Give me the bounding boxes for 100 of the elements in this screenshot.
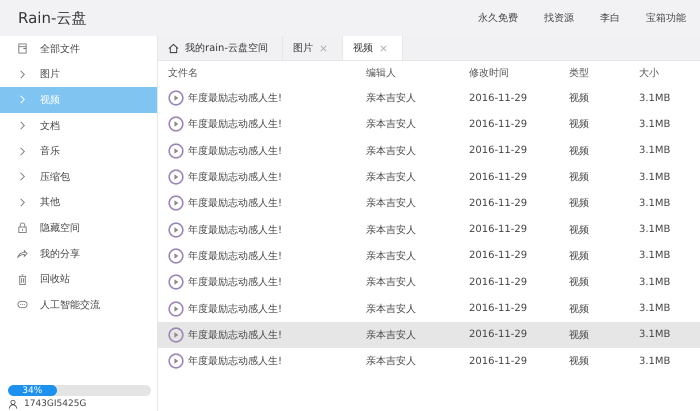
table-cell-text: 亲本吉安人 [366,250,417,263]
file-row[interactable]: 年度最励志动感人生! 亲本吉安人 2016-11-29 视频 3.1MB [158,164,700,190]
play-icon [168,195,184,212]
file-name: 年度最励志动感人生! [188,354,282,368]
file-row[interactable]: 年度最励志动感人生! 亲本吉安人 2016-11-29 视频 3.1MB [158,111,700,138]
play-icon [168,169,184,186]
table-cell-text: 亲本吉安人 [366,92,417,106]
home-icon [168,42,179,54]
table-cell-text: 视频 [569,354,590,368]
play-icon [168,300,184,317]
sidebar-item[interactable]: 我的分享 [0,240,157,266]
table-cell-text: 2016-11-29 [469,145,528,156]
play-icon [168,248,184,264]
file-name: 年度最励志动感人生! [188,328,282,342]
table-cell-text: 视频 [569,224,590,237]
file-row[interactable]: 年度最励志动感人生! 亲本吉安人 2016-11-29 视频 3.1MB [158,322,700,348]
file-name: 年度最励志动感人生! [188,92,282,106]
close-icon[interactable] [318,44,328,52]
table-cell-text: 3.1MB [639,250,672,262]
sidebar-item-label: 隐藏空间 [40,222,80,235]
table-cell-text: 2016-11-29 [469,172,528,183]
sidebar-item[interactable]: 图片 [0,62,157,88]
sidebar-item[interactable]: 回收站 [0,266,157,292]
lock-icon [17,222,28,234]
tab-label: 图片 [292,42,313,55]
close-icon[interactable] [378,44,388,52]
menu-link[interactable]: 永久免费 [478,11,518,25]
sidebar-item-label: 我的分享 [40,248,80,261]
sidebar-item-label: 视频 [40,94,60,107]
sidebar-item[interactable]: 文档 [0,112,157,138]
menu-link[interactable]: 找资源 [544,11,574,25]
play-icon [168,274,184,290]
file-row[interactable]: 年度最励志动感人生! 亲本吉安人 2016-11-29 视频 3.1MB [158,348,700,374]
table-cell-text: 视频 [569,92,590,106]
sidebar-item[interactable]: 隐藏空间 [0,215,157,241]
column-header: 文件名 [168,66,199,80]
play-icon [168,90,184,106]
table-cell-text: 2016-11-29 [469,224,528,236]
table-cell-text: 视频 [569,118,590,132]
table-cell-text: 视频 [569,144,590,158]
file-row[interactable]: 年度最励志动感人生! 亲本吉安人 2016-11-29 视频 3.1MB [158,85,700,112]
sidebar-item[interactable]: 音乐 [0,138,157,164]
table-cell-text: 3.1MB [639,92,672,104]
file-row[interactable]: 年度最励志动感人生! 亲本吉安人 2016-11-29 视频 3.1MB [158,242,700,270]
table-cell-text: 3.1MB [639,145,672,156]
file-name: 年度最励志动感人生! [188,224,282,237]
table-cell-text: 视频 [569,276,590,290]
trash-icon [17,274,28,285]
sidebar-item-label: 音乐 [40,144,60,158]
play-icon [168,142,184,159]
table-cell-text: 视频 [569,170,590,184]
table-cell-text: 亲本吉安人 [366,302,417,316]
file-row[interactable]: 年度最励志动感人生! 亲本吉安人 2016-11-29 视频 3.1MB [158,269,700,296]
table-cell-text: 亲本吉安人 [366,224,417,237]
file-name: 年度最励志动感人生! [188,196,282,210]
file-row[interactable]: 年度最励志动感人生! 亲本吉安人 2016-11-29 视频 3.1MB [158,216,700,243]
table-cell-text: 亲本吉安人 [366,354,417,368]
app-title: Rain-云盘 [18,8,86,28]
table-cell-text: 视频 [569,196,590,210]
sidebar-item-label: 回收站 [40,272,70,286]
sidebar-item-label: 文档 [40,120,60,133]
table-cell-text: 3.1MB [639,198,672,209]
sidebar-item[interactable]: 压缩包 [0,164,157,190]
account-id: 1743GI5425G [24,399,86,409]
play-icon [168,222,184,238]
table-cell-text: 亲本吉安人 [366,170,417,184]
file-name: 年度最励志动感人生! [188,250,282,263]
table-cell-text: 2016-11-29 [469,329,528,340]
column-header: 类型 [569,66,590,80]
file-name: 年度最励志动感人生! [188,276,282,290]
table-cell-text: 亲本吉安人 [366,118,417,132]
menu-link[interactable]: 李白 [600,11,620,25]
table-cell-text: 2016-11-29 [469,250,528,262]
play-icon [168,326,184,343]
sidebar-item[interactable]: 其他 [0,190,157,216]
table-cell-text: 亲本吉安人 [366,276,417,290]
tab[interactable]: 视频 [342,36,403,60]
file-row[interactable]: 年度最励志动感人生! 亲本吉安人 2016-11-29 视频 3.1MB [158,295,700,322]
user-icon [8,399,18,409]
file-row[interactable]: 年度最励志动感人生! 亲本吉安人 2016-11-29 视频 3.1MB [158,190,700,216]
file-name: 年度最励志动感人生! [188,302,282,316]
file-row[interactable]: 年度最励志动感人生! 亲本吉安人 2016-11-29 视频 3.1MB [158,138,700,164]
sidebar-item[interactable]: 人工智能交流 [0,292,157,318]
file-icon [17,43,28,54]
sidebar-item[interactable]: 全部文件 [0,36,157,62]
sidebar-item-label: 全部文件 [40,42,80,56]
table-cell-text: 2016-11-29 [469,303,528,314]
tab-label: 我的rain-云盘空间 [185,42,268,55]
table-cell-text: 2016-11-29 [469,198,528,209]
storage-percent: 34% [22,386,42,396]
file-name: 年度最励志动感人生! [188,144,282,158]
table-cell-text: 2016-11-29 [469,356,528,367]
column-header: 编辑人 [366,66,397,80]
table-cell-text: 3.1MB [639,303,672,314]
file-name: 年度最励志动感人生! [188,170,282,184]
table-cell-text: 视频 [569,328,590,342]
menu-link[interactable]: 宝箱功能 [646,11,686,25]
table-cell-text: 3.1MB [639,118,672,130]
sidebar-item-label: 图片 [40,68,60,82]
table-cell-text: 视频 [569,302,590,316]
